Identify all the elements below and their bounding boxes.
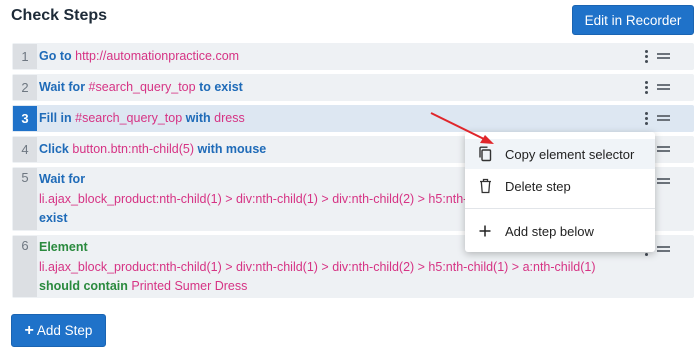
step-text: Wait for #search_query_top to exist [39,74,243,101]
menu-item-copy-label: Copy element selector [505,146,635,162]
step-context-menu: Copy element selector Delete step Add st… [465,132,655,252]
step-value: dress [214,111,245,125]
trash-icon [465,178,505,194]
drag-handle-icon[interactable] [657,178,670,184]
menu-item-add-step-below[interactable]: Add step below [465,216,655,246]
drag-handle-icon[interactable] [657,146,670,152]
step-value: li.ajax_block_product:nth-child(1) > div… [39,191,468,206]
step-keyword: Fill in [39,111,72,125]
step-text-line: Wait for [39,170,467,190]
step-keyword: with [185,111,211,125]
step-text-line: exist [39,209,467,229]
step-keyword: to exist [199,80,243,94]
plus-icon [465,225,505,237]
step-number: 4 [13,137,37,162]
step-number: 5 [13,168,37,230]
edit-in-recorder-button[interactable]: Edit in Recorder [572,5,694,35]
drag-handle-icon[interactable] [657,53,670,59]
step-keyword: Wait for [39,80,86,94]
step-number: 6 [13,236,37,297]
step-value: li.ajax_block_product:nth-child(1) > div… [39,259,596,274]
step-number: 3 [13,106,37,131]
step-text: Wait for li.ajax_block_product:nth-child(… [39,170,467,229]
step-number: 1 [13,44,37,69]
step-value: #search_query_top [75,111,183,125]
menu-divider [465,208,655,209]
plus-icon: + [24,321,34,339]
step-row-1[interactable]: 1 Go to http://automationpractice.com [12,43,694,70]
kebab-icon[interactable] [645,81,649,94]
step-keyword: Click [39,142,69,156]
step-text-line: should contain Printed Sumer Dress [39,277,596,297]
menu-item-delete-step[interactable]: Delete step [465,171,655,201]
step-value: Printed Sumer Dress [131,279,248,293]
add-step-label: Add Step [36,323,93,338]
drag-handle-icon[interactable] [657,115,670,121]
step-keyword: Element [39,240,88,254]
step-value: http://automationpractice.com [75,49,240,63]
step-text: Go to http://automationpractice.com [39,43,239,70]
step-keyword: Go to [39,49,72,63]
step-text-line: li.ajax_block_product:nth-child(1) > div… [39,258,596,278]
drag-handle-icon[interactable] [657,246,670,252]
step-number: 2 [13,75,37,100]
step-keyword: exist [39,211,68,225]
arrow-annotation [430,112,494,144]
step-keyword: should contain [39,279,128,293]
step-value: button.btn:nth-child(5) [72,142,194,156]
step-row-2[interactable]: 2 Wait for #search_query_top to exist [12,74,694,101]
add-step-button[interactable]: + Add Step [11,314,106,347]
menu-item-add-label: Add step below [505,223,594,239]
drag-handle-icon[interactable] [657,84,670,90]
step-row-3[interactable]: 3 Fill in #search_query_top with dress [12,105,694,132]
kebab-icon[interactable] [645,112,649,125]
step-text: Fill in #search_query_top with dress [39,105,245,132]
step-text-line: li.ajax_block_product:nth-child(1) > div… [39,190,467,210]
step-keyword: Wait for [39,172,86,186]
menu-item-delete-label: Delete step [505,178,571,194]
page-title: Check Steps [11,7,108,24]
step-value: #search_query_top [88,80,196,94]
kebab-icon[interactable] [645,50,649,63]
step-keyword: with mouse [197,142,267,156]
step-text: Click button.btn:nth-child(5) with mouse [39,136,266,163]
